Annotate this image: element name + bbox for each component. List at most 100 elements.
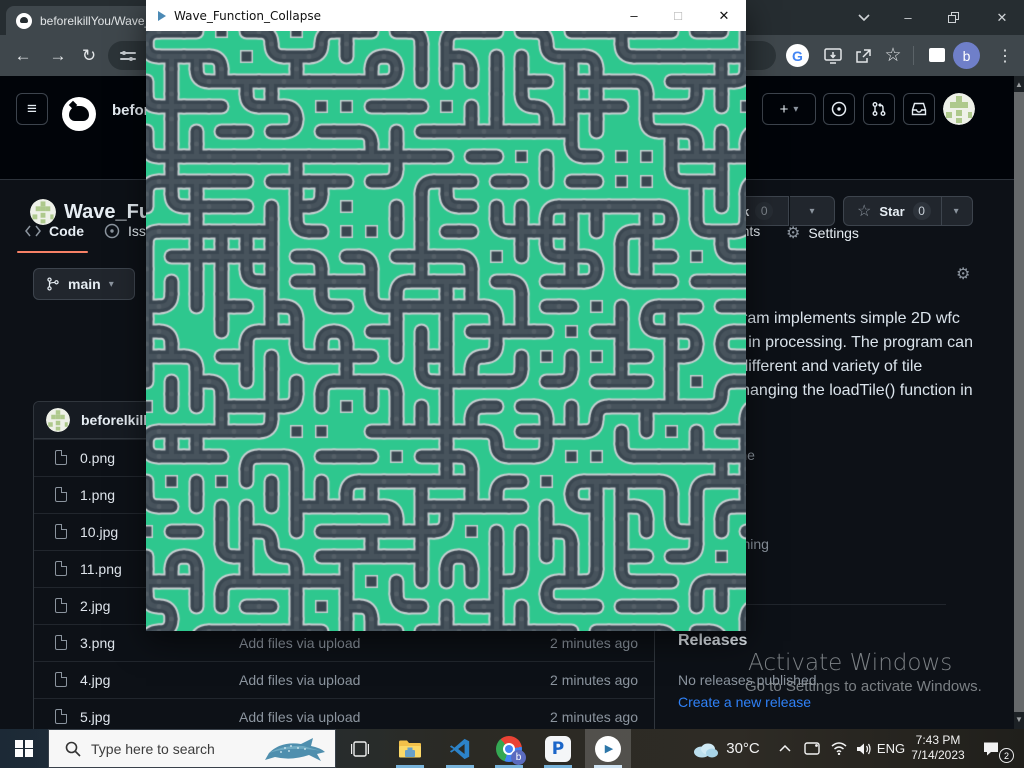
caret-down-icon: ▾ <box>793 104 798 115</box>
vscode-icon <box>449 738 471 760</box>
forward-icon[interactable]: → <box>43 35 73 76</box>
taskbar-search[interactable]: Type here to search <box>48 729 336 768</box>
sketch-titlebar[interactable]: Wave_Function_Collapse – □ ✕ <box>146 0 746 31</box>
reload-icon[interactable]: ↻ <box>74 35 104 76</box>
user-avatar[interactable] <box>943 93 975 125</box>
file-icon <box>55 524 67 539</box>
branch-selector[interactable]: main ▾ <box>33 268 135 300</box>
github-logo[interactable] <box>62 97 96 131</box>
whale-shark-image[interactable] <box>261 735 331 765</box>
language-indicator[interactable]: ENG <box>874 729 908 768</box>
sketch-maximize-button[interactable]: □ <box>656 0 700 31</box>
install-icon[interactable] <box>818 35 848 76</box>
tray-chevron-up-icon[interactable] <box>773 729 797 768</box>
file-icon <box>55 598 67 613</box>
wifi-icon[interactable] <box>827 729 851 768</box>
pull-request-icon <box>871 101 887 117</box>
java-app-icon: ▶ <box>595 736 621 762</box>
start-button[interactable] <box>0 729 48 768</box>
processing-button[interactable]: P <box>538 729 578 768</box>
issues-icon <box>104 223 120 239</box>
weather-temp[interactable]: 30°C <box>722 729 764 768</box>
activate-windows-watermark: Activate Windows <box>748 650 952 676</box>
task-view-button[interactable] <box>340 729 380 768</box>
star-count: 0 <box>913 202 931 220</box>
bookmark-star-icon[interactable]: ☆ <box>878 35 908 76</box>
file-icon <box>55 487 67 502</box>
pull-requests-button[interactable] <box>863 93 895 125</box>
repo-avatar <box>30 199 56 225</box>
taskbar: Type here to search b <box>0 729 1024 768</box>
file-icon <box>55 709 67 724</box>
code-icon <box>25 225 41 237</box>
branch-name: main <box>68 276 101 292</box>
toolbar-separator <box>913 46 914 65</box>
vscode-button[interactable] <box>440 729 480 768</box>
hamburger-icon: ≡ <box>27 99 37 119</box>
taskbar-clock[interactable]: 7:43 PM 7/14/2023 <box>905 733 971 763</box>
back-icon[interactable]: ← <box>8 35 38 76</box>
tab-search-chevron-icon[interactable] <box>844 0 884 35</box>
github-favicon-icon <box>16 13 32 29</box>
browser-close-button[interactable]: ✕ <box>982 0 1022 35</box>
side-panel-icon[interactable] <box>929 48 945 62</box>
volume-icon[interactable] <box>852 729 876 768</box>
scrollbar-thumb[interactable] <box>1014 92 1024 712</box>
tune-icon[interactable] <box>120 50 136 62</box>
tab-code[interactable]: Code <box>25 223 84 239</box>
releases-heading[interactable]: Releases <box>678 632 747 650</box>
file-row[interactable]: 4.jpgAdd files via upload2 minutes ago <box>34 661 654 698</box>
clock-date: 7/14/2023 <box>905 748 971 763</box>
fork-dropdown-button[interactable]: ▾ <box>790 196 835 226</box>
create-new-button[interactable]: + ▾ <box>762 93 816 125</box>
notification-count-badge: 2 <box>999 748 1014 763</box>
gear-icon: ⚙ <box>786 223 800 243</box>
plus-icon: + <box>780 101 789 118</box>
star-button-group[interactable]: ☆ Star 0 ▾ <box>843 196 973 226</box>
button-divider <box>941 197 942 225</box>
issue-circle-icon <box>831 101 847 117</box>
caret-down-icon: ▾ <box>954 206 959 217</box>
file-icon <box>55 672 67 687</box>
tray-device-icon[interactable] <box>800 729 824 768</box>
file-icon <box>55 561 67 576</box>
processing-icon: P <box>545 736 571 762</box>
wfc-pattern-canvas <box>146 31 746 631</box>
active-tab-underline <box>17 251 88 253</box>
caret-down-icon: ▾ <box>109 279 114 290</box>
hamburger-menu-button[interactable]: ≡ <box>16 93 48 125</box>
sketch-close-button[interactable]: ✕ <box>702 0 746 31</box>
inbox-button[interactable] <box>903 93 935 125</box>
activate-windows-subtitle: Go to Settings to activate Windows. <box>745 678 982 695</box>
desktop-screen: beforelkillYou/Wave_Function_Collapse – … <box>0 0 1024 768</box>
file-explorer-button[interactable] <box>390 729 430 768</box>
scroll-down-icon[interactable]: ▼ <box>1014 713 1024 727</box>
create-release-link[interactable]: Create a new release <box>678 694 811 710</box>
browser-restore-button[interactable] <box>933 0 973 35</box>
running-sketch-button[interactable]: ▶ <box>585 729 631 768</box>
clock-time: 7:43 PM <box>905 733 971 748</box>
search-icon <box>65 741 81 757</box>
tab-settings[interactable]: ⚙ Settings <box>786 223 859 243</box>
notification-icon <box>982 741 1000 757</box>
browser-menu-icon[interactable]: ⋮ <box>990 35 1020 76</box>
scroll-up-icon[interactable]: ▲ <box>1014 78 1024 92</box>
sketch-minimize-button[interactable]: – <box>612 0 656 31</box>
star-icon: ☆ <box>857 201 871 221</box>
fork-count: 0 <box>755 202 773 220</box>
issues-nav-button[interactable] <box>823 93 855 125</box>
sketch-window-title: Wave_Function_Collapse <box>174 9 321 23</box>
google-icon[interactable]: G <box>786 44 809 67</box>
share-icon[interactable] <box>848 35 878 76</box>
search-placeholder: Type here to search <box>91 741 215 757</box>
browser-minimize-button[interactable]: – <box>888 0 928 35</box>
page-scrollbar[interactable]: ▲ ▼ <box>1014 76 1024 729</box>
windows-logo-icon <box>15 740 33 758</box>
chrome-button[interactable]: b <box>489 729 529 768</box>
weather-icon[interactable] <box>690 729 720 768</box>
file-row[interactable]: 5.jpgAdd files via upload2 minutes ago <box>34 698 654 729</box>
profile-avatar[interactable]: b <box>953 42 980 69</box>
commit-author-avatar[interactable] <box>46 408 70 432</box>
sketch-window[interactable]: Wave_Function_Collapse – □ ✕ <box>146 0 746 631</box>
about-gear-icon[interactable]: ⚙ <box>956 264 970 284</box>
